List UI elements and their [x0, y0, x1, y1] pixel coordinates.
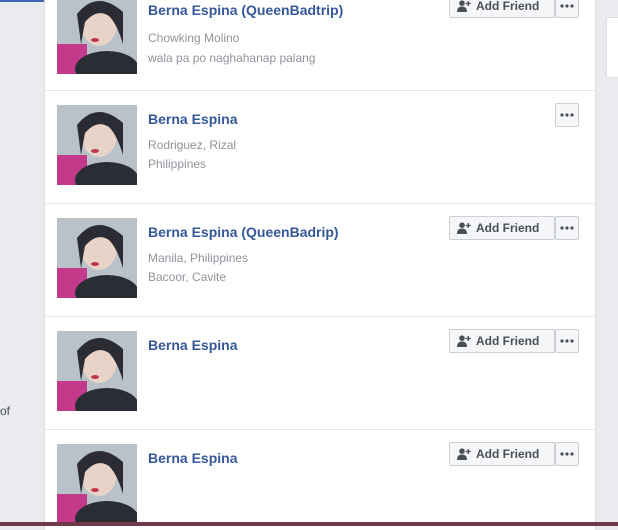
add-friend-button[interactable]: Add Friend [449, 329, 555, 353]
result-detail: Chowking Molino [148, 31, 240, 45]
left-sidebar: of [0, 0, 44, 526]
result-name-link[interactable]: Berna Espina (QueenBadtrip) [148, 2, 343, 18]
result-detail: Rodriguez, Rizal [148, 138, 237, 152]
result-row: Berna Espina Add Friend [45, 317, 595, 430]
ellipsis-icon [560, 4, 574, 8]
more-options-button[interactable] [555, 442, 579, 466]
result-detail: Bacoor, Cavite [148, 270, 227, 284]
result-detail: wala pa po naghahanap palang [148, 51, 316, 65]
left-sidebar-edge [0, 0, 44, 2]
ellipsis-icon [560, 339, 574, 343]
profile-picture[interactable] [57, 218, 137, 298]
profile-picture[interactable] [57, 0, 137, 74]
more-options-button[interactable] [555, 329, 579, 353]
person-plus-icon [457, 0, 471, 12]
result-name-link[interactable]: Berna Espina [148, 111, 237, 127]
result-name-link[interactable]: Berna Espina (QueenBadrip) [148, 224, 339, 240]
more-options-button[interactable] [555, 216, 579, 240]
ellipsis-icon [560, 452, 574, 456]
add-friend-button[interactable]: Add Friend [449, 216, 555, 240]
add-friend-label: Add Friend [476, 0, 540, 13]
result-name-link[interactable]: Berna Espina [148, 337, 237, 353]
ellipsis-icon [560, 113, 574, 117]
more-options-button[interactable] [555, 0, 579, 18]
result-row: Berna Espina (QueenBadrip) Manila, Phili… [45, 204, 595, 317]
person-plus-icon [457, 335, 471, 347]
add-friend-button[interactable]: Add Friend [449, 0, 555, 18]
result-name-link[interactable]: Berna Espina [148, 450, 237, 466]
person-plus-icon [457, 222, 471, 234]
ellipsis-icon [560, 226, 574, 230]
result-row: Berna Espina Rodriguez, Rizal Philippine… [45, 91, 595, 204]
result-row: Berna Espina Add Friend [45, 430, 595, 530]
bottom-edge-strip [0, 522, 618, 526]
left-sidebar-cut-text: of [0, 404, 11, 418]
result-row: Berna Espina (QueenBadtrip) Chowking Mol… [45, 0, 595, 91]
right-side-panel [606, 17, 618, 78]
add-friend-label: Add Friend [476, 221, 540, 235]
person-plus-icon [457, 448, 471, 460]
profile-picture[interactable] [57, 331, 137, 411]
profile-picture[interactable] [57, 105, 137, 185]
add-friend-label: Add Friend [476, 334, 540, 348]
search-results-list: Berna Espina (QueenBadtrip) Chowking Mol… [44, 0, 596, 530]
more-options-button[interactable] [555, 103, 579, 127]
add-friend-button[interactable]: Add Friend [449, 442, 555, 466]
result-detail: Philippines [148, 157, 207, 171]
result-detail: Manila, Philippines [148, 251, 249, 265]
add-friend-label: Add Friend [476, 447, 540, 461]
profile-picture[interactable] [57, 444, 137, 524]
